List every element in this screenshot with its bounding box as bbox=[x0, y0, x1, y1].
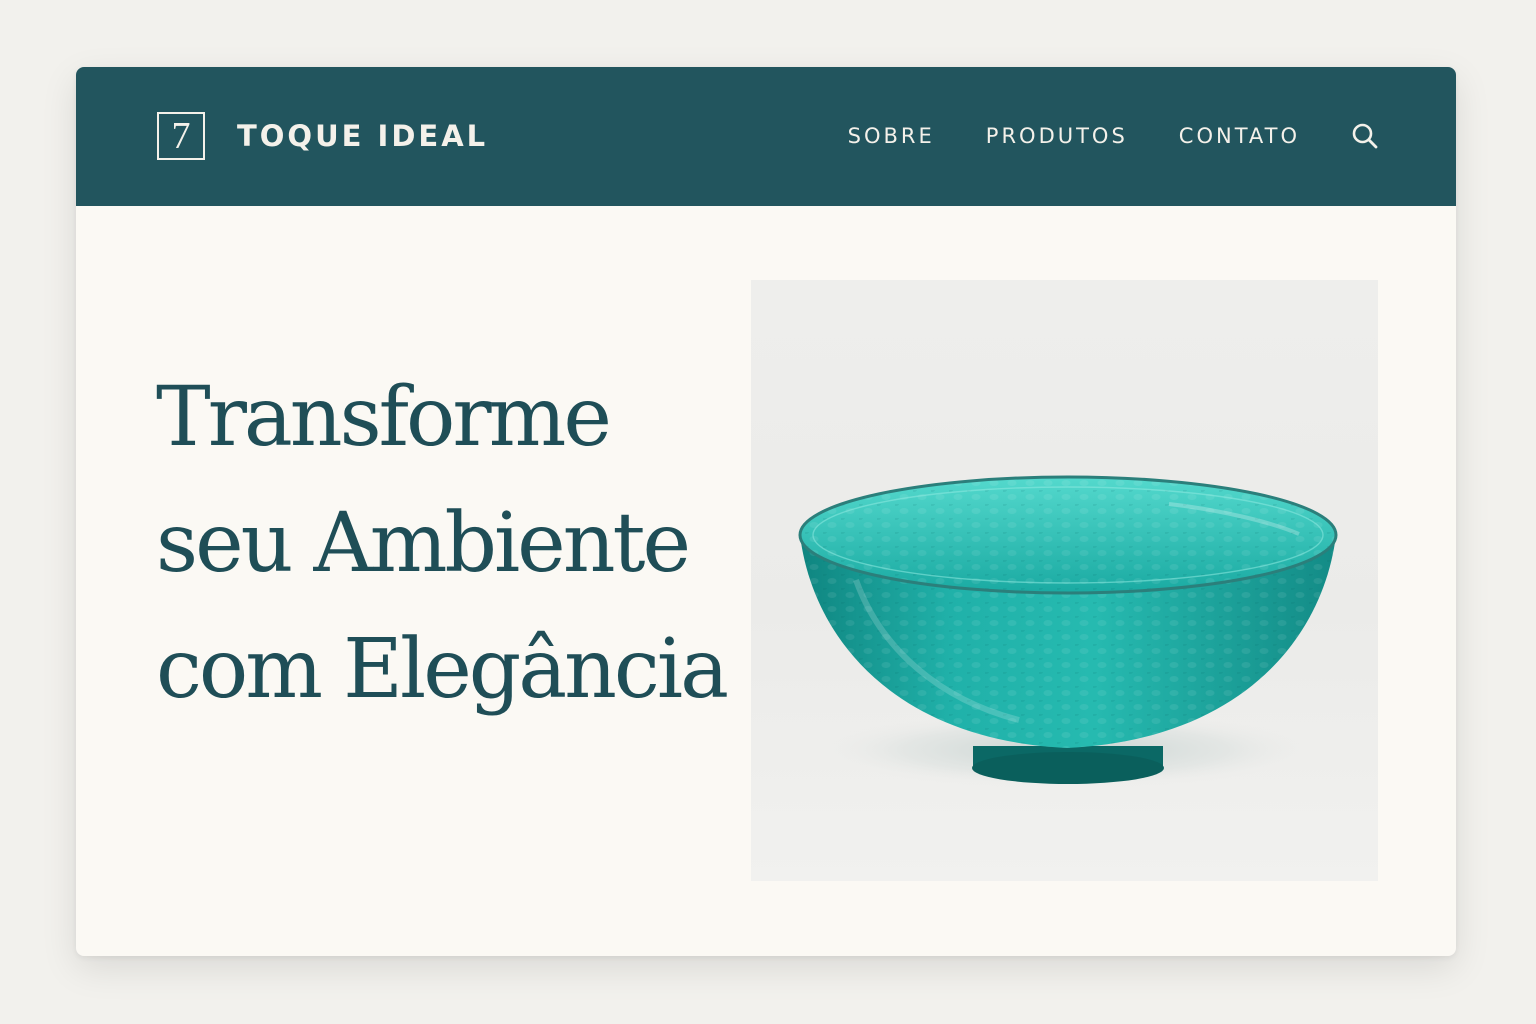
search-button[interactable] bbox=[1349, 120, 1381, 152]
hero-product-image bbox=[751, 280, 1378, 881]
main-navigation: SOBRE PRODUTOS CONTATO bbox=[848, 115, 1381, 157]
hero-title-line: com Elegância bbox=[156, 622, 729, 717]
brand-logo: 7 bbox=[157, 112, 205, 160]
website-window: 7 TOQUE IDEAL SOBRE PRODUTOS CONTATO Tra… bbox=[76, 67, 1456, 956]
hero-title-line: Transforme bbox=[156, 370, 612, 465]
hero-title: Transforme seu Ambiente com Elegância bbox=[156, 355, 796, 733]
site-header: 7 TOQUE IDEAL SOBRE PRODUTOS CONTATO bbox=[76, 67, 1456, 206]
nav-link-sobre[interactable]: SOBRE bbox=[848, 124, 935, 148]
hero-title-line: seu Ambiente bbox=[156, 496, 691, 591]
nav-link-produtos[interactable]: PRODUTOS bbox=[986, 124, 1128, 148]
nav-link-contato[interactable]: CONTATO bbox=[1179, 124, 1300, 148]
search-icon bbox=[1352, 123, 1378, 149]
brand-link[interactable]: 7 TOQUE IDEAL bbox=[157, 110, 488, 162]
brand-name: TOQUE IDEAL bbox=[237, 119, 489, 153]
teal-bowl-illustration bbox=[798, 475, 1338, 788]
